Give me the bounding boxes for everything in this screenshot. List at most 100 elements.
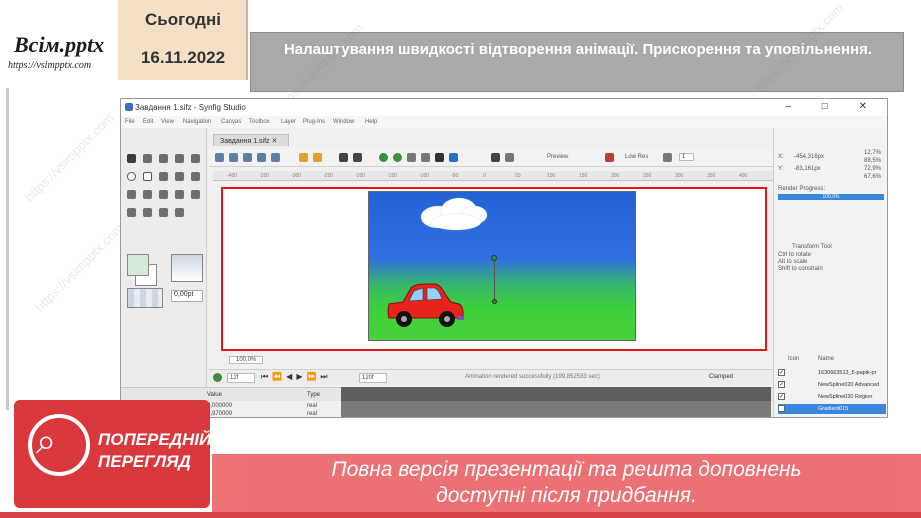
param-value[interactable]: 0,000000 <box>207 403 232 409</box>
menu-navigation[interactable]: Navigation <box>183 119 211 125</box>
save-as-icon[interactable] <box>257 153 266 162</box>
eyedrop-tool-icon[interactable] <box>127 208 136 217</box>
banner-line2: доступні після придбання. <box>436 484 697 507</box>
timetrack[interactable] <box>341 401 771 417</box>
draw-tool-icon[interactable] <box>143 190 152 199</box>
interpolation-select[interactable]: Clamped <box>709 374 733 380</box>
animation-scene[interactable] <box>368 191 636 341</box>
redo-icon[interactable] <box>313 153 322 162</box>
cloud-shape[interactable] <box>431 214 481 230</box>
show-grid-icon[interactable] <box>379 153 388 162</box>
magnifier-icon: ⌕ <box>36 420 57 461</box>
timetrack-header <box>341 387 771 401</box>
preview-icon[interactable] <box>353 153 362 162</box>
canvas-workarea[interactable] <box>221 187 767 351</box>
status-message: Animation rendered successfully (199,852… <box>465 374 600 380</box>
ruler-mark: 50 <box>515 173 521 179</box>
menu-canvas[interactable]: Canvas <box>221 119 241 125</box>
info-y-label: Y: <box>778 166 784 172</box>
menu-view[interactable]: View <box>161 119 174 125</box>
render-icon[interactable] <box>339 153 348 162</box>
lowres-icon[interactable] <box>605 153 614 162</box>
playback-controls[interactable]: ⏮⏪◀▶⏩⏭ <box>261 372 332 382</box>
quality-spin[interactable]: 1 <box>679 153 695 161</box>
show-guides-icon[interactable] <box>407 153 416 162</box>
snap-grid-icon[interactable] <box>393 153 402 162</box>
smooth-move-icon[interactable] <box>143 154 152 163</box>
scale-tool-icon[interactable] <box>159 154 168 163</box>
tool-hint: Ctrl to rotate <box>778 252 812 258</box>
menu-toolbox[interactable]: Toolbox <box>249 119 270 125</box>
ruler-mark: 0 <box>483 173 486 179</box>
cutout-tool-icon[interactable] <box>159 190 168 199</box>
date-label: Сьогодні <box>145 10 221 29</box>
menu-help[interactable]: Help <box>365 119 377 125</box>
zoom-tool-icon[interactable] <box>175 208 184 217</box>
watermark: https://vsimpptx.com <box>32 220 127 315</box>
layer-name: 1630663513_5-papik-pr <box>818 370 877 376</box>
spline-tool-icon[interactable] <box>127 190 136 199</box>
refresh-icon[interactable] <box>505 153 514 162</box>
menu-window[interactable]: Window <box>333 119 354 125</box>
layer-row[interactable]: ✓ 1630663513_5-papik-pr <box>778 368 886 378</box>
snap-guides-icon[interactable] <box>421 153 430 162</box>
preview-quality-select[interactable]: Preview <box>547 154 568 160</box>
current-frame-field[interactable]: 12f <box>227 373 255 383</box>
layer-row[interactable]: ✓ NewSpline020 Region <box>778 392 886 402</box>
undo-icon[interactable] <box>299 153 308 162</box>
layer-visibility-checkbox[interactable]: ✓ <box>778 393 785 400</box>
layer-visibility-checkbox[interactable]: ✓ <box>778 381 785 388</box>
new-file-icon[interactable] <box>215 153 224 162</box>
sketch-tool-icon[interactable] <box>159 208 168 217</box>
maximize-icon[interactable]: □ <box>822 101 842 112</box>
right-panels: X: -454,316px 12,7% 88,5% Y: -83,161px 7… <box>773 128 887 417</box>
bone-handle[interactable] <box>491 255 497 261</box>
layer-visibility-checkbox[interactable]: ✓ <box>778 369 785 376</box>
save-all-icon[interactable] <box>271 153 280 162</box>
skeleton-bone[interactable] <box>494 258 495 302</box>
toggle-draft-icon[interactable] <box>449 153 458 162</box>
fill-tool-icon[interactable] <box>191 190 200 199</box>
window-controls[interactable]: – □ ✕ <box>785 101 881 112</box>
zoom-field[interactable]: 100,0% <box>229 356 264 364</box>
menu-file[interactable]: File <box>125 119 135 125</box>
background-rendering-icon[interactable] <box>491 153 500 162</box>
quality-icon <box>663 153 672 162</box>
mirror-tool-icon[interactable] <box>191 154 200 163</box>
date-panel: Сьогодні 16.11.2022 <box>118 0 248 80</box>
window-titlebar: Завдання 1.sifz - Synfig Studio – □ ✕ <box>121 99 887 116</box>
car-shape[interactable] <box>385 282 465 332</box>
end-frame-field[interactable]: 120f <box>359 373 387 383</box>
brush-size-preview[interactable] <box>127 288 163 308</box>
polygon-tool-icon[interactable] <box>191 172 200 181</box>
menu-layer[interactable]: Layer <box>281 119 296 125</box>
menu-plugins[interactable]: Plug-Ins <box>303 119 325 125</box>
transform-tool-icon[interactable] <box>127 154 136 163</box>
layer-visibility-checkbox[interactable]: ✓ <box>778 405 785 412</box>
text-tool-icon[interactable] <box>143 208 152 217</box>
lowres-label[interactable]: Low Res <box>625 154 648 160</box>
date-value: 16.11.2022 <box>140 48 226 67</box>
param-value[interactable]: 0,970000 <box>207 411 232 417</box>
menu-edit[interactable]: Edit <box>143 119 153 125</box>
layer-row-selected[interactable]: ✓ Gradient015 <box>778 404 886 414</box>
close-icon[interactable]: ✕ <box>859 101 881 112</box>
star-tool-icon[interactable] <box>159 172 168 181</box>
layer-row[interactable]: ✓ NewSpline020 Advanced <box>778 380 886 390</box>
ruler-mark: 400 <box>739 173 748 179</box>
bline-width-field[interactable]: 0,00pt <box>171 290 203 302</box>
minimize-icon[interactable]: – <box>785 101 805 112</box>
animation-mode-icon[interactable] <box>213 373 222 382</box>
open-file-icon[interactable] <box>229 153 238 162</box>
circle-tool-icon[interactable] <box>127 172 136 181</box>
bone-handle[interactable] <box>492 299 497 304</box>
gradient-tool-icon[interactable] <box>175 172 184 181</box>
onion-skin-icon[interactable] <box>435 153 444 162</box>
outline-color-swatch[interactable] <box>127 254 149 276</box>
width-tool-icon[interactable] <box>175 190 184 199</box>
document-tab[interactable]: Завдання 1.sifz ✕ <box>213 134 289 146</box>
rectangle-tool-icon[interactable] <box>143 172 152 181</box>
default-gradient[interactable] <box>171 254 203 282</box>
save-icon[interactable] <box>243 153 252 162</box>
rotate-tool-icon[interactable] <box>175 154 184 163</box>
